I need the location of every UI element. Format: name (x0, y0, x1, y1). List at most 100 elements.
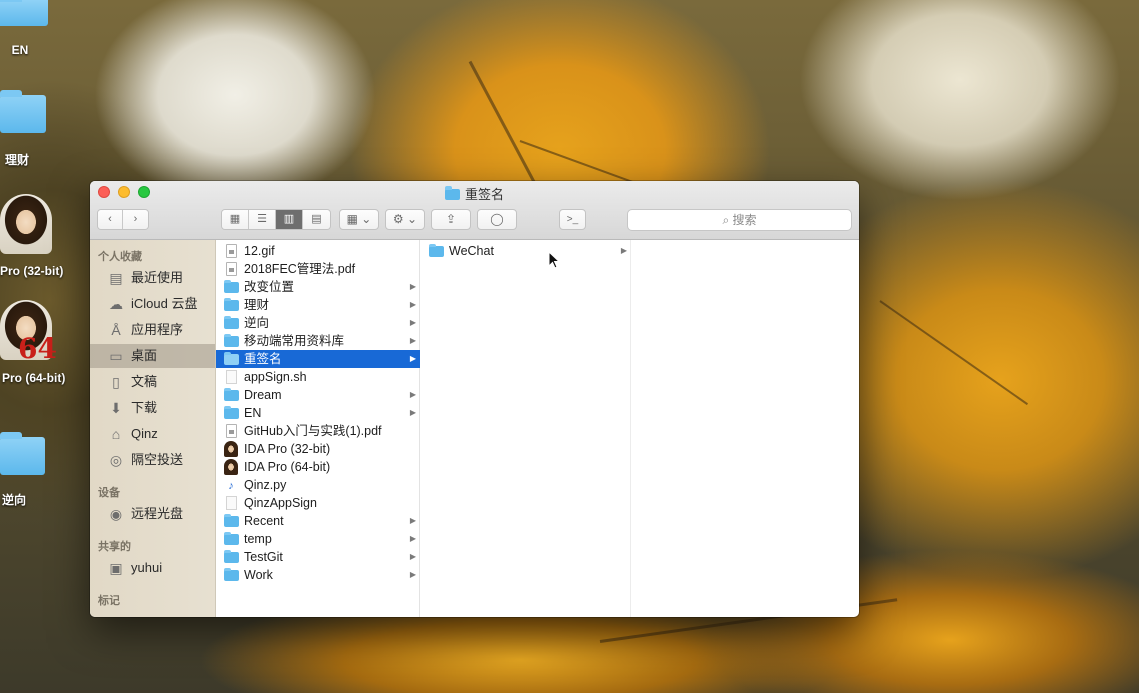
file-name: Recent (244, 514, 284, 528)
folder-icon (224, 298, 239, 311)
sidebar-item-label: 远程光盘 (131, 506, 184, 521)
file-name: IDA Pro (32-bit) (244, 442, 331, 456)
desktop-item-ida32-label[interactable]: Pro (32-bit) (0, 264, 70, 278)
folder-icon (224, 280, 239, 293)
list-item[interactable]: temp ▶ (216, 530, 420, 548)
disclosure-arrow-icon: ▶ (409, 408, 416, 417)
sidebar-item-yuhui[interactable]: ▣ yuhui (90, 556, 215, 580)
list-item[interactable]: WeChat ▶ (421, 242, 631, 260)
file-name: 12.gif (244, 244, 275, 258)
forward-button[interactable]: › (123, 210, 148, 229)
list-item[interactable]: GitHub入门与实践(1).pdf (216, 422, 420, 440)
file-name: 理财 (244, 298, 270, 312)
list-item[interactable]: 12.gif (216, 242, 420, 260)
sidebar-item-recents[interactable]: ▤ 最近使用 (90, 266, 215, 290)
file-name: TestGit (244, 550, 283, 564)
desktop-item-nixiang-label[interactable]: 逆向 (0, 491, 28, 508)
desktop-item-licai-label[interactable]: 理财 (0, 151, 34, 168)
sidebar-item-label: 桌面 (131, 348, 158, 363)
list-item[interactable]: IDA Pro (32-bit) (216, 440, 420, 458)
list-item-selected[interactable]: 重签名 ▶ (216, 350, 420, 368)
list-item[interactable]: Dream ▶ (216, 386, 420, 404)
documents-icon: ▯ (112, 374, 120, 390)
tag-button[interactable]: ◯ (477, 209, 517, 230)
view-mode-switcher: ▦ ☰ ▥ ▤ (221, 209, 331, 230)
disclosure-arrow-icon: ▶ (409, 570, 416, 579)
sidebar-item-home[interactable]: ⌂ Qinz (90, 422, 215, 446)
list-item[interactable]: 理财 ▶ (216, 296, 420, 314)
folder-icon (224, 532, 239, 545)
toolbar: 重签名 ‹ › ▦ ☰ ▥ ▤ ▦ ⌄ ⚙ ⌄ ⇪ ◯ >_ ⌕ 搜索 (90, 181, 859, 240)
pdf-file-icon (226, 424, 237, 438)
group-button[interactable]: ▦ ⌄ (339, 209, 379, 230)
list-view-button[interactable]: ☰ (249, 210, 276, 229)
folder-icon (224, 514, 239, 527)
icon-view-button[interactable]: ▦ (222, 210, 249, 229)
sidebar-item-icloud[interactable]: ☁ iCloud 云盘 (90, 292, 215, 316)
sidebar-item-downloads[interactable]: ⬇ 下载 (90, 396, 215, 420)
sidebar: 个人收藏 ▤ 最近使用 ☁ iCloud 云盘 Å 应用程序 ▭ 桌面 ▯ 文稿 ⬇ 下载 … (90, 240, 216, 617)
sidebar-item-airdrop[interactable]: ◎ 隔空投送 (90, 448, 215, 472)
desktop-folder-licai-icon[interactable] (0, 90, 46, 133)
desktop-folder-en-icon[interactable] (0, 0, 48, 26)
disclosure-arrow-icon: ▶ (409, 318, 416, 327)
sidebar-header-favorites: 个人收藏 (98, 251, 142, 263)
list-item[interactable]: 移动端常用资料库 ▶ (216, 332, 420, 350)
cloud-icon: ☁ (109, 296, 123, 312)
file-name: Work (244, 568, 273, 582)
file-name: temp (244, 532, 272, 546)
list-item[interactable]: QinzAppSign (216, 494, 420, 512)
column-resign: WeChat ▶ (421, 240, 631, 617)
file-name: Dream (244, 388, 282, 402)
sidebar-item-desktop[interactable]: ▭ 桌面 (90, 344, 215, 368)
column-view-button[interactable]: ▥ (276, 210, 303, 229)
file-name: GitHub入门与实践(1).pdf (244, 424, 382, 438)
sidebar-item-documents[interactable]: ▯ 文稿 (90, 370, 215, 394)
list-item[interactable]: Recent ▶ (216, 512, 420, 530)
script-file-icon (226, 496, 237, 510)
file-name: 重签名 (244, 352, 282, 366)
disc-icon: ◉ (109, 506, 123, 522)
list-item[interactable]: 改变位置 ▶ (216, 278, 420, 296)
list-item[interactable]: Work ▶ (216, 566, 420, 584)
disclosure-arrow-icon: ▶ (409, 336, 416, 345)
pdf-file-icon (226, 262, 237, 276)
disclosure-arrow-icon: ▶ (409, 552, 416, 561)
terminal-button[interactable]: >_ (559, 209, 586, 230)
action-gear-button[interactable]: ⚙ ⌄ (385, 209, 425, 230)
desktop-item-en-label[interactable]: EN (0, 43, 40, 57)
file-name: QinzAppSign (244, 496, 317, 510)
sidebar-item-label: 隔空投送 (131, 452, 184, 467)
sidebar-item-applications[interactable]: Å 应用程序 (90, 318, 215, 342)
cursor-arrow-icon (548, 250, 561, 269)
airdrop-icon: ◎ (109, 452, 123, 468)
folder-icon (224, 568, 239, 581)
back-button[interactable]: ‹ (98, 210, 123, 229)
desktop-item-ida64-label[interactable]: Pro (64-bit) (2, 371, 78, 385)
download-icon: ⬇ (110, 400, 122, 416)
list-item[interactable]: TestGit ▶ (216, 548, 420, 566)
gallery-view-button[interactable]: ▤ (303, 210, 330, 229)
disclosure-arrow-icon: ▶ (409, 516, 416, 525)
file-name: appSign.sh (244, 370, 307, 384)
sidebar-item-label: 文稿 (131, 374, 158, 389)
sidebar-header-devices: 设备 (98, 487, 120, 499)
sidebar-item-remote-disc[interactable]: ◉ 远程光盘 (90, 502, 215, 526)
list-item[interactable]: ♪ Qinz.py (216, 476, 420, 494)
list-item[interactable]: EN ▶ (216, 404, 420, 422)
nav-buttons: ‹ › (97, 209, 149, 230)
list-item[interactable]: 逆向 ▶ (216, 314, 420, 332)
search-field[interactable]: ⌕ 搜索 (627, 209, 852, 231)
recents-icon: ▤ (109, 270, 123, 286)
disclosure-arrow-icon: ▶ (409, 300, 416, 309)
desktop-folder-nixiang-icon[interactable] (0, 432, 45, 475)
ida-pro-32-icon[interactable] (0, 194, 52, 254)
file-name: 2018FEC管理法.pdf (244, 262, 356, 276)
list-item[interactable]: 2018FEC管理法.pdf (216, 260, 420, 278)
file-name: Qinz.py (244, 478, 287, 492)
file-name: 移动端常用资料库 (244, 334, 345, 348)
folder-icon (224, 352, 239, 365)
list-item[interactable]: IDA Pro (64-bit) (216, 458, 420, 476)
list-item[interactable]: appSign.sh (216, 368, 420, 386)
share-button[interactable]: ⇪ (431, 209, 471, 230)
